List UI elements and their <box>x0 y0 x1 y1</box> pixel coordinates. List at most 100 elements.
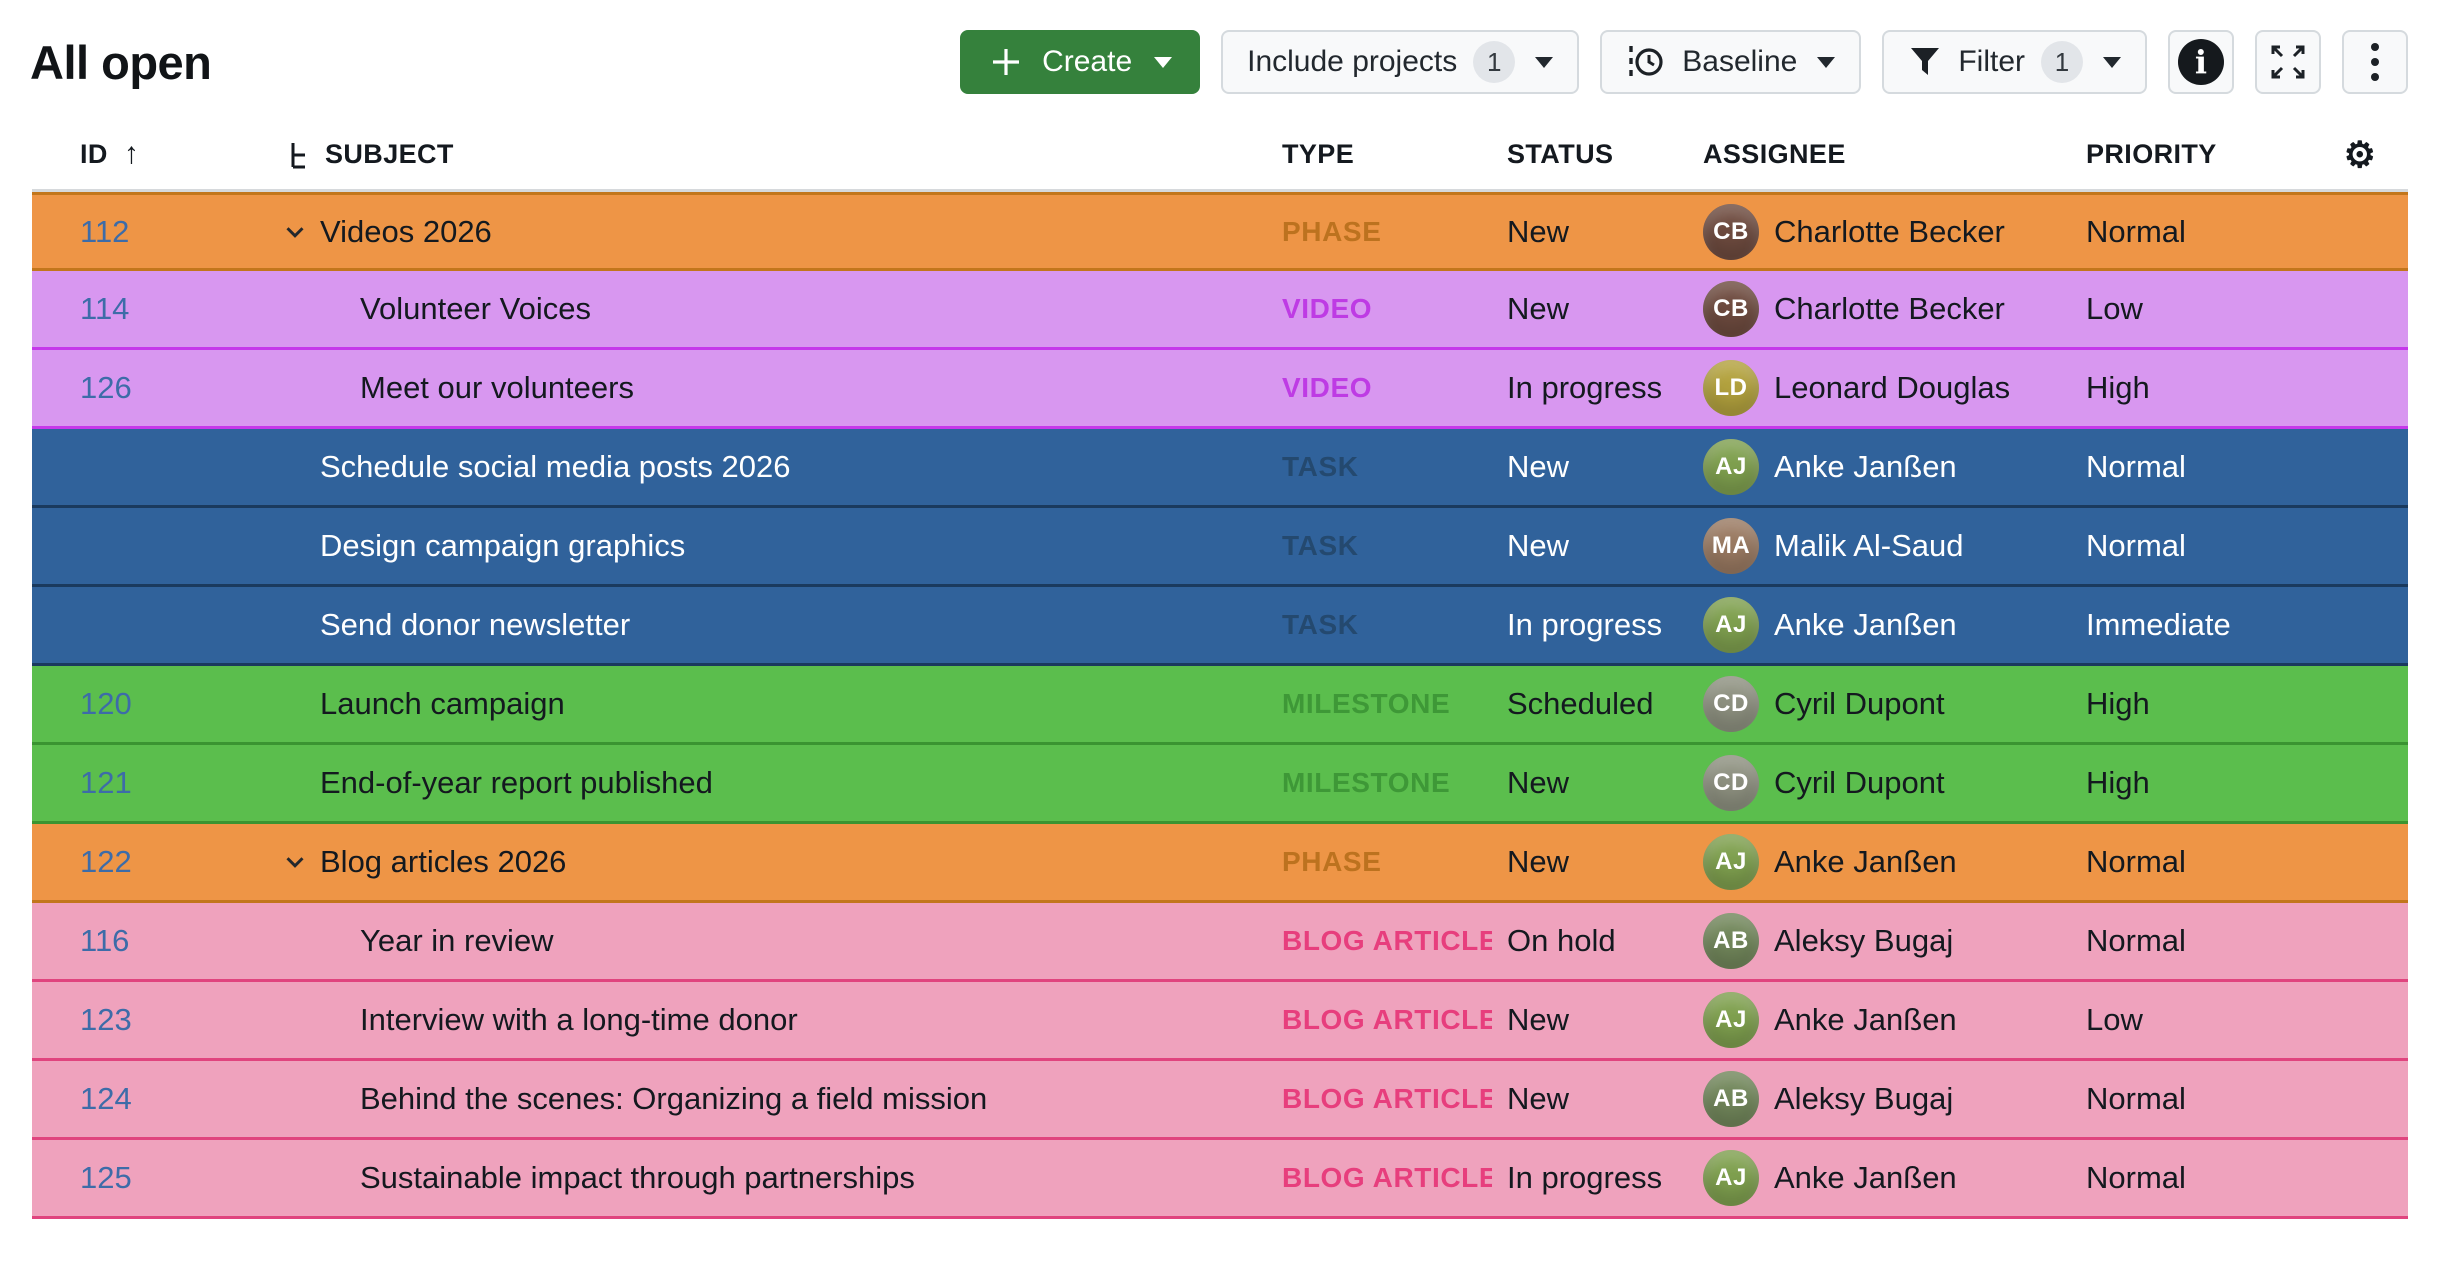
work-packages-page: All open Create Include projects 1 <box>0 0 2438 1278</box>
column-header-type[interactable]: TYPE <box>1262 139 1492 170</box>
column-header-id[interactable]: ID ↑ <box>32 138 262 172</box>
work-package-id-link[interactable]: 124 <box>80 1081 132 1117</box>
work-package-id-link[interactable]: 120 <box>80 686 132 722</box>
assignee-name: Aleksy Bugaj <box>1774 923 1953 959</box>
assignee-name: Charlotte Becker <box>1774 214 2005 250</box>
table-row[interactable]: 120 Launch campaign MILESTONE Scheduled … <box>32 666 2408 745</box>
info-button[interactable]: i <box>2168 30 2234 94</box>
include-projects-button[interactable]: Include projects 1 <box>1221 30 1579 94</box>
filter-button[interactable]: Filter 1 <box>1882 30 2147 94</box>
priority-text: Immediate <box>2067 587 2312 663</box>
avatar: CB <box>1703 204 1759 260</box>
work-package-id-link[interactable]: 126 <box>80 370 132 406</box>
chevron-down-icon[interactable] <box>280 217 310 247</box>
status-text: On hold <box>1492 903 1687 979</box>
column-header-assignee[interactable]: ASSIGNEE <box>1687 139 2067 170</box>
priority-text: High <box>2067 745 2312 821</box>
type-label: TASK <box>1282 451 1359 483</box>
work-package-id-link[interactable]: 125 <box>80 1160 132 1196</box>
work-package-id-link[interactable]: 123 <box>80 1002 132 1038</box>
table-row[interactable]: 121 End-of-year report published MILESTO… <box>32 745 2408 824</box>
assignee-name: Aleksy Bugaj <box>1774 1081 1953 1117</box>
table-settings-button[interactable]: ⚙ <box>2312 137 2408 173</box>
avatar: AJ <box>1703 992 1759 1048</box>
assignee-name: Anke Janßen <box>1774 1160 1957 1196</box>
column-header-priority[interactable]: PRIORITY <box>2067 139 2312 170</box>
table-body: 112 Videos 2026 PHASE New CB Charlotte B… <box>32 192 2408 1219</box>
fullscreen-button[interactable] <box>2255 30 2321 94</box>
priority-text: Normal <box>2067 1140 2312 1216</box>
include-projects-count-badge: 1 <box>1473 41 1515 83</box>
column-header-subject-label: SUBJECT <box>325 139 454 170</box>
chevron-down-icon <box>1535 57 1553 68</box>
kebab-menu-icon <box>2371 43 2379 81</box>
assignee-name: Charlotte Becker <box>1774 291 2005 327</box>
info-icon: i <box>2178 39 2224 85</box>
work-packages-table: ID ↑ SUBJECT TYPE STATUS ASSIGNEE <box>32 120 2408 1219</box>
type-label: BLOG ARTICLE <box>1282 1083 1492 1115</box>
table-row[interactable]: Design campaign graphics TASK New MA Mal… <box>32 508 2408 587</box>
subject-text: Blog articles 2026 <box>320 844 566 880</box>
topbar: All open Create Include projects 1 <box>0 0 2438 106</box>
priority-text: Normal <box>2067 195 2312 268</box>
table-row[interactable]: 126 Meet our volunteers VIDEO In progres… <box>32 350 2408 429</box>
sort-ascending-icon: ↑ <box>124 137 139 171</box>
assignee-name: Anke Janßen <box>1774 607 1957 643</box>
chevron-down-icon <box>2103 57 2121 68</box>
column-header-status[interactable]: STATUS <box>1492 139 1687 170</box>
avatar: MA <box>1703 518 1759 574</box>
table-header-row: ID ↑ SUBJECT TYPE STATUS ASSIGNEE <box>32 120 2408 192</box>
work-package-id-link[interactable]: 122 <box>80 844 132 880</box>
table-row[interactable]: 125 Sustainable impact through partnersh… <box>32 1140 2408 1219</box>
table-row[interactable]: Schedule social media posts 2026 TASK Ne… <box>32 429 2408 508</box>
subject-text: Year in review <box>360 923 554 959</box>
column-header-subject[interactable]: SUBJECT <box>262 139 1262 170</box>
priority-text: Normal <box>2067 429 2312 505</box>
status-text: New <box>1492 824 1687 900</box>
table-row[interactable]: 122 Blog articles 2026 PHASE New AJ Anke… <box>32 824 2408 903</box>
priority-text: Low <box>2067 271 2312 347</box>
table-row[interactable]: 124 Behind the scenes: Organizing a fiel… <box>32 1061 2408 1140</box>
avatar: CB <box>1703 281 1759 337</box>
create-button-label: Create <box>1042 45 1132 79</box>
table-row[interactable]: 116 Year in review BLOG ARTICLE On hold … <box>32 903 2408 982</box>
include-projects-label: Include projects <box>1247 45 1457 79</box>
more-options-button[interactable] <box>2342 30 2408 94</box>
avatar: LD <box>1703 360 1759 416</box>
status-text: New <box>1492 195 1687 268</box>
baseline-label: Baseline <box>1682 45 1797 79</box>
type-label: MILESTONE <box>1282 767 1450 799</box>
priority-text: Normal <box>2067 508 2312 584</box>
work-package-id-link[interactable]: 116 <box>80 923 129 959</box>
work-package-id-link[interactable]: 121 <box>80 765 132 801</box>
status-text: New <box>1492 271 1687 347</box>
table-row[interactable]: Send donor newsletter TASK In progress A… <box>32 587 2408 666</box>
assignee-name: Anke Janßen <box>1774 1002 1957 1038</box>
create-button[interactable]: Create <box>960 30 1200 94</box>
subject-text: Sustainable impact through partnerships <box>360 1160 915 1196</box>
work-package-id-link[interactable]: 112 <box>80 214 129 250</box>
hierarchy-icon[interactable] <box>287 140 315 170</box>
table-row[interactable]: 123 Interview with a long-time donor BLO… <box>32 982 2408 1061</box>
assignee-name: Cyril Dupont <box>1774 765 1945 801</box>
work-package-id-link[interactable]: 114 <box>80 291 129 327</box>
chevron-down-icon <box>1817 57 1835 68</box>
table-row[interactable]: 112 Videos 2026 PHASE New CB Charlotte B… <box>32 192 2408 271</box>
subject-text: Schedule social media posts 2026 <box>320 449 790 485</box>
filter-count-badge: 1 <box>2041 41 2083 83</box>
table-row[interactable]: 114 Volunteer Voices VIDEO New CB Charlo… <box>32 271 2408 350</box>
page-title: All open <box>30 35 211 90</box>
toolbar: Create Include projects 1 Baseline <box>960 30 2408 94</box>
subject-text: Interview with a long-time donor <box>360 1002 798 1038</box>
baseline-button[interactable]: Baseline <box>1600 30 1861 94</box>
status-text: In progress <box>1492 587 1687 663</box>
type-label: TASK <box>1282 530 1359 562</box>
type-label: PHASE <box>1282 846 1381 878</box>
subject-text: Design campaign graphics <box>320 528 685 564</box>
filter-label: Filter <box>1958 45 2025 79</box>
chevron-down-icon[interactable] <box>280 847 310 877</box>
assignee-name: Anke Janßen <box>1774 844 1957 880</box>
type-label: MILESTONE <box>1282 688 1450 720</box>
priority-text: Low <box>2067 982 2312 1058</box>
avatar: CD <box>1703 755 1759 811</box>
